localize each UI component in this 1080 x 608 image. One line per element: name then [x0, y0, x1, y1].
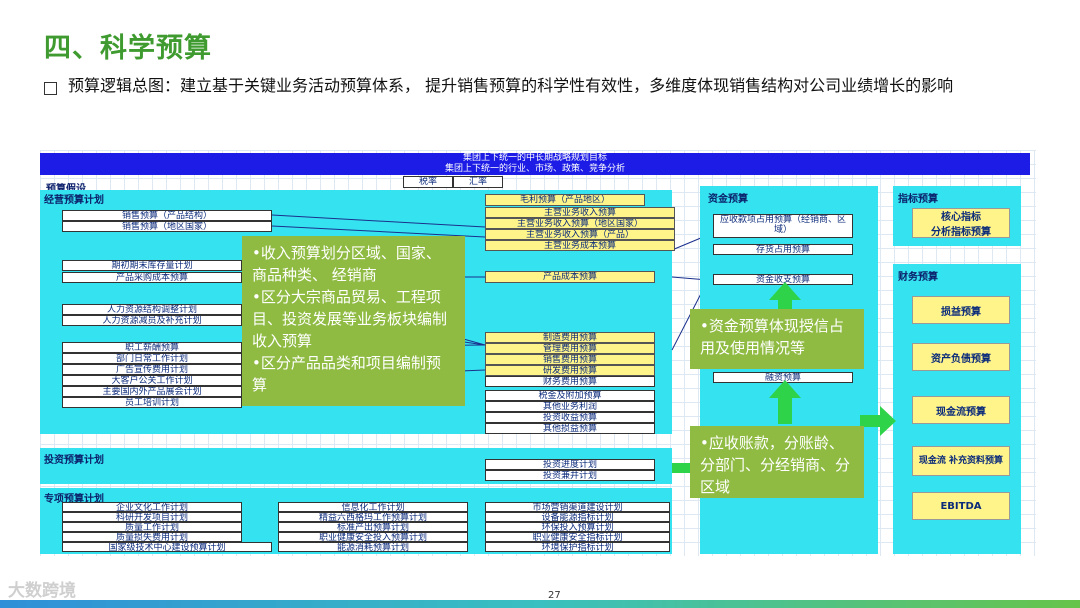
fund-box: 应收款项占用预算（经销商、区域）: [713, 214, 853, 238]
up-arrow-icon: [769, 380, 801, 398]
fund-budget-region: [700, 186, 878, 554]
finance-box: 现金流预算: [912, 396, 1010, 424]
fx-rate-box: 汇率: [453, 176, 503, 188]
left-box: 广告宣传费用计划: [62, 364, 242, 375]
receivable-note: •应收账款，分账龄、分部门、分经销商、分区域: [690, 426, 864, 498]
left-box: 大客户公关工作计划: [62, 375, 242, 386]
special-box: 市场营销渠道建设计划: [485, 502, 670, 512]
indicator-line: 核心指标: [941, 212, 981, 223]
left-box: 销售预算（地区国家）: [62, 221, 272, 232]
budget-logic-diagram: 集团上下统一的中长期战略规划目标 集团上下统一的行业、市场、政策、竞争分析 税率…: [40, 150, 1036, 556]
up-arrow-icon: [769, 282, 801, 300]
revenue-note: •收入预算划分区域、国家、商品种类、 经销商 •区分大宗商品贸易、工程项目、投资…: [242, 236, 465, 406]
finance-box: 损益预算: [912, 296, 1010, 324]
other-box: 税金及附加预算: [485, 390, 655, 401]
left-box: 部门日常工作计划: [62, 353, 242, 364]
special-box: 科研开发项目计划: [62, 512, 242, 522]
left-box: 销售预算（产品结构）: [62, 210, 272, 221]
mid-top-box: 主营业务收入预算: [485, 207, 675, 218]
special-box: 质量工作计划: [62, 522, 242, 532]
revenue-note-line: •区分产品品类和项目编制预算: [252, 354, 441, 394]
special-box: 设备能源指标计划: [485, 512, 670, 522]
strategy-band: 集团上下统一的中长期战略规划目标: [40, 153, 1030, 164]
left-box: 员工培训计划: [62, 397, 242, 408]
fund-note: •资金预算体现授信占用及使用情况等: [690, 309, 864, 369]
mid-top-box: 主营业务收入预算（产品）: [485, 229, 675, 240]
brand-logo: 大数跨境: [8, 581, 76, 601]
finance-budget-label: 财务预算: [898, 272, 938, 283]
subtitle: 预算逻辑总图：建立基于关键业务活动预算体系， 提升销售预算的科学性有效性，多维度…: [68, 76, 954, 95]
fund-box: 存货占用预算: [713, 244, 853, 255]
other-box: 其他损益预算: [485, 423, 655, 434]
investment-box: 投资进度计划: [485, 459, 655, 470]
tax-rate-box: 税率: [403, 176, 453, 188]
finance-box: 资产负债预算: [912, 343, 1010, 371]
special-box: 质量损失费用计划: [62, 532, 242, 542]
product-cost-box: 产品成本预算: [485, 271, 655, 283]
special-box: 能源消耗预算计划: [278, 542, 468, 552]
left-box: 职工薪酬预算: [62, 342, 242, 353]
investment-plan-label: 投资预算计划: [44, 455, 104, 466]
expense-box: 管理费用预算: [485, 343, 655, 354]
left-box: 期初期末库存量计划: [62, 260, 242, 271]
analysis-band: 集团上下统一的行业、市场、政策、竞争分析: [40, 164, 1030, 175]
expense-box: 销售费用预算: [485, 354, 655, 365]
mid-top-box: 主营业务成本预算: [485, 240, 675, 251]
expense-box: 制造费用预算: [485, 332, 655, 343]
page-title: 四、科学预算: [44, 33, 212, 64]
mid-top-box: 毛利预算（产品地区）: [485, 194, 645, 206]
footer-bar: [0, 600, 1080, 608]
expense-box: 财务费用预算: [485, 376, 655, 387]
revenue-note-line: •收入预算划分区域、国家、商品种类、 经销商: [252, 244, 441, 284]
other-box: 其他业务利润: [485, 401, 655, 412]
right-arrow-icon: [880, 406, 896, 436]
mid-top-box: 主营业务收入预算（地区国家）: [485, 218, 675, 229]
bullet-square-icon: [44, 82, 57, 95]
special-box: 职业健康安全投入预算计划: [278, 532, 468, 542]
finance-box: EBITDA: [912, 492, 1010, 520]
expense-box: 研发费用预算: [485, 365, 655, 376]
special-box: 职业健康安全指标计划: [485, 532, 670, 542]
left-box: 人力资源结构调整计划: [62, 304, 242, 315]
fund-budget-label: 资金预算: [708, 194, 748, 205]
revenue-note-line: •区分大宗商品贸易、工程项目、投资发展等业务板块编制收入预算: [252, 288, 448, 350]
indicator-box: 核心指标 分析指标预算: [912, 208, 1010, 238]
left-box: 人力资源减员及补充计划: [62, 315, 242, 326]
indicator-line: 分析指标预算: [931, 227, 991, 238]
up-arrow-shaft: [778, 398, 792, 424]
indicator-budget-label: 指标预算: [898, 194, 938, 205]
special-box: 企业文化工作计划: [62, 502, 242, 512]
special-box: 信息化工作计划: [278, 502, 468, 512]
finance-box: 现金流 补充资料预算: [912, 446, 1010, 476]
operating-plan-label: 经营预算计划: [44, 195, 104, 206]
special-box: 精益六西格玛工作预算计划: [278, 512, 468, 522]
other-box: 投资收益预算: [485, 412, 655, 423]
left-box: 主要国内外产品展会计划: [62, 386, 242, 397]
special-box: 国家级技术中心建设预算计划: [62, 542, 272, 552]
investment-box: 投资兼并计划: [485, 470, 655, 481]
special-box: 标准产出预算计划: [278, 522, 468, 532]
special-box: 环保投入预算计划: [485, 522, 670, 532]
left-box: 产品采购成本预算: [62, 272, 242, 283]
special-box: 环境保护指标计划: [485, 542, 670, 552]
